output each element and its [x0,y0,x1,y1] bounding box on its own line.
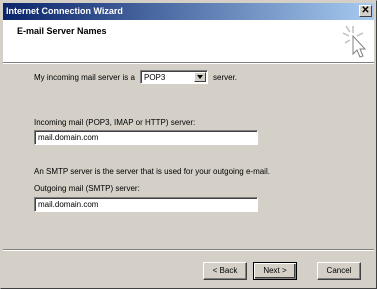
wizard-window: Internet Connection Wizard ✕ E-mail Serv… [0,0,377,289]
close-button[interactable]: ✕ [359,5,372,17]
title-bar[interactable]: Internet Connection Wizard ✕ [3,3,374,20]
wizard-cursor-icon [342,25,367,58]
server-type-suffix: server. [213,73,238,82]
incoming-server-field[interactable]: mail.domain.com [34,130,258,145]
outgoing-server-field[interactable]: mail.domain.com [34,197,258,212]
outgoing-server-label: Outgoing mail (SMTP) server: [34,184,140,193]
server-type-select[interactable]: POP3 [140,70,208,84]
cancel-button[interactable]: Cancel [317,262,361,280]
server-type-prefix: My incoming mail server is a [34,73,135,82]
smtp-note: An SMTP server is the server that is use… [34,167,270,176]
incoming-server-label: Incoming mail (POP3, IMAP or HTTP) serve… [34,118,196,127]
chevron-down-icon[interactable] [194,72,206,82]
server-type-value: POP3 [144,73,166,82]
wizard-header: E-mail Server Names [3,20,374,62]
next-button[interactable]: Next > [253,262,297,280]
back-button[interactable]: < Back [203,262,247,280]
header-separator [3,62,374,64]
page-title: E-mail Server Names [17,26,107,36]
window-title: Internet Connection Wizard [6,6,123,16]
footer-separator [3,249,374,251]
